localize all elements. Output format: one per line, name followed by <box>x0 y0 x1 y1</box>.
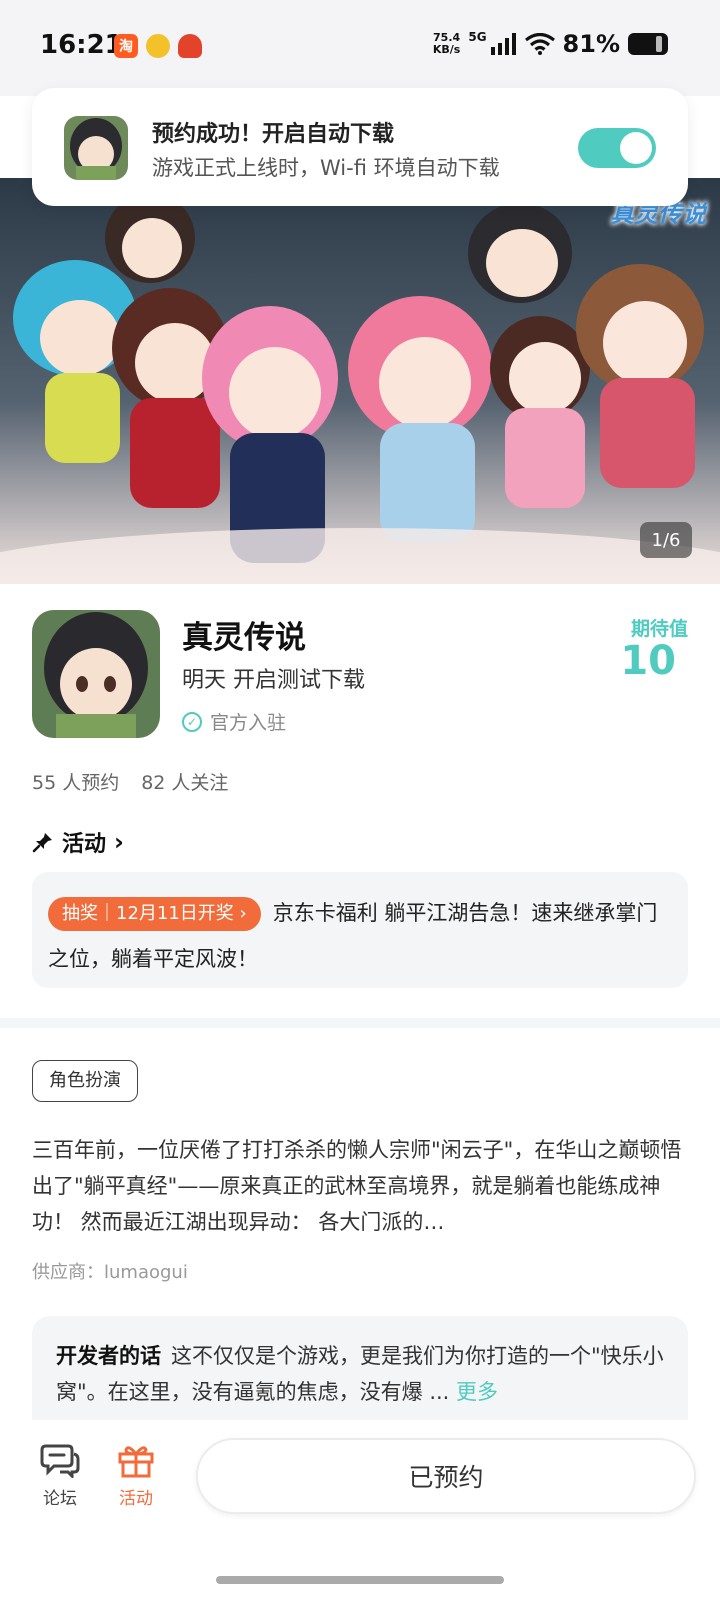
red-app-icon <box>178 34 202 58</box>
gift-icon <box>118 1446 154 1478</box>
developer-note-card[interactable]: 开发者的话 这不仅仅是个游戏，更是我们为你打造的一个"快乐小窝"。在这里，没有逼氪… <box>32 1316 688 1420</box>
bottom-action-bar: 论坛 活动 已预约 <box>0 1420 720 1600</box>
genre-tag[interactable]: 角色扮演 <box>32 1060 138 1102</box>
battery-percent: 81% <box>562 30 620 58</box>
banner-artwork <box>0 178 720 584</box>
reservation-count: 55 人预约 <box>32 772 120 794</box>
more-link[interactable]: 更多 <box>456 1380 498 1404</box>
taobao-app-icon: 淘 <box>114 34 138 58</box>
signal-icon <box>490 33 516 55</box>
status-indicators: 75.4 KB/s 5G 81% <box>433 30 668 58</box>
forum-tab[interactable]: 论坛 <box>30 1442 90 1509</box>
chevron-right-icon: › <box>114 828 124 856</box>
notification-subtitle: 游戏正式上线时，Wi-fi 环境自动下载 <box>152 156 500 180</box>
activity-tab[interactable]: 活动 <box>106 1442 166 1509</box>
home-indicator[interactable] <box>216 1576 504 1584</box>
status-app-icons: 淘 <box>114 34 202 58</box>
game-release-status: 明天 开启测试下载 <box>182 668 365 693</box>
banner-pager: 1/6 <box>640 522 692 558</box>
verified-check-icon: ✓ <box>182 711 202 732</box>
official-badge: ✓ 官方入驻 <box>182 708 286 735</box>
section-divider <box>0 1018 720 1028</box>
game-banner[interactable]: 真灵传说 1/6 <box>0 178 720 584</box>
battery-icon <box>628 33 668 55</box>
forum-icon <box>40 1444 80 1478</box>
game-description[interactable]: 三百年前，一位厌倦了打打杀杀的懒人宗师"闲云子"，在华山之巅顿悟出了"躺平真经"… <box>32 1132 688 1240</box>
reservation-notification[interactable]: 预约成功！开启自动下载 游戏正式上线时，Wi-fi 环境自动下载 <box>32 88 688 206</box>
expectation-score: 10 <box>620 638 676 684</box>
toggle-knob <box>620 132 652 164</box>
network-speed: 75.4 KB/s <box>432 31 461 56</box>
network-type: 5G <box>468 30 487 44</box>
status-bar: 16:21 淘 75.4 KB/s 5G 81% <box>0 0 720 96</box>
official-label: 官方入驻 <box>210 712 287 734</box>
follower-count: 82 人关注 <box>141 772 229 794</box>
green-app-icon <box>146 34 170 58</box>
activity-card[interactable]: 抽奖｜12月11日开奖 › 京东卡福利 躺平江湖告急！速来继承掌门之位，躺着平定风… <box>32 872 688 988</box>
wifi-icon <box>524 33 555 55</box>
game-title: 真灵传说 <box>182 620 306 656</box>
pin-icon <box>32 833 52 853</box>
notification-title: 预约成功！开启自动下载 <box>152 122 395 147</box>
reserved-button[interactable]: 已预约 <box>196 1438 696 1514</box>
activity-section-link[interactable]: 活动 › <box>32 826 124 858</box>
game-icon <box>32 610 160 738</box>
notification-app-icon <box>64 116 128 180</box>
game-stats: 55 人预约 82 人关注 <box>32 768 228 795</box>
lottery-tag[interactable]: 抽奖｜12月11日开奖 › <box>48 897 261 931</box>
auto-download-toggle[interactable] <box>578 128 656 168</box>
activity-tab-label: 活动 <box>119 1489 153 1509</box>
supplier-info: 供应商：lumaogui <box>32 1262 188 1283</box>
expectation-label: 期待值 <box>630 618 688 640</box>
forum-label: 论坛 <box>43 1489 77 1509</box>
activity-heading: 活动 <box>62 832 107 857</box>
developer-note-title: 开发者的话 <box>56 1344 161 1368</box>
status-time: 16:21 <box>40 30 123 60</box>
